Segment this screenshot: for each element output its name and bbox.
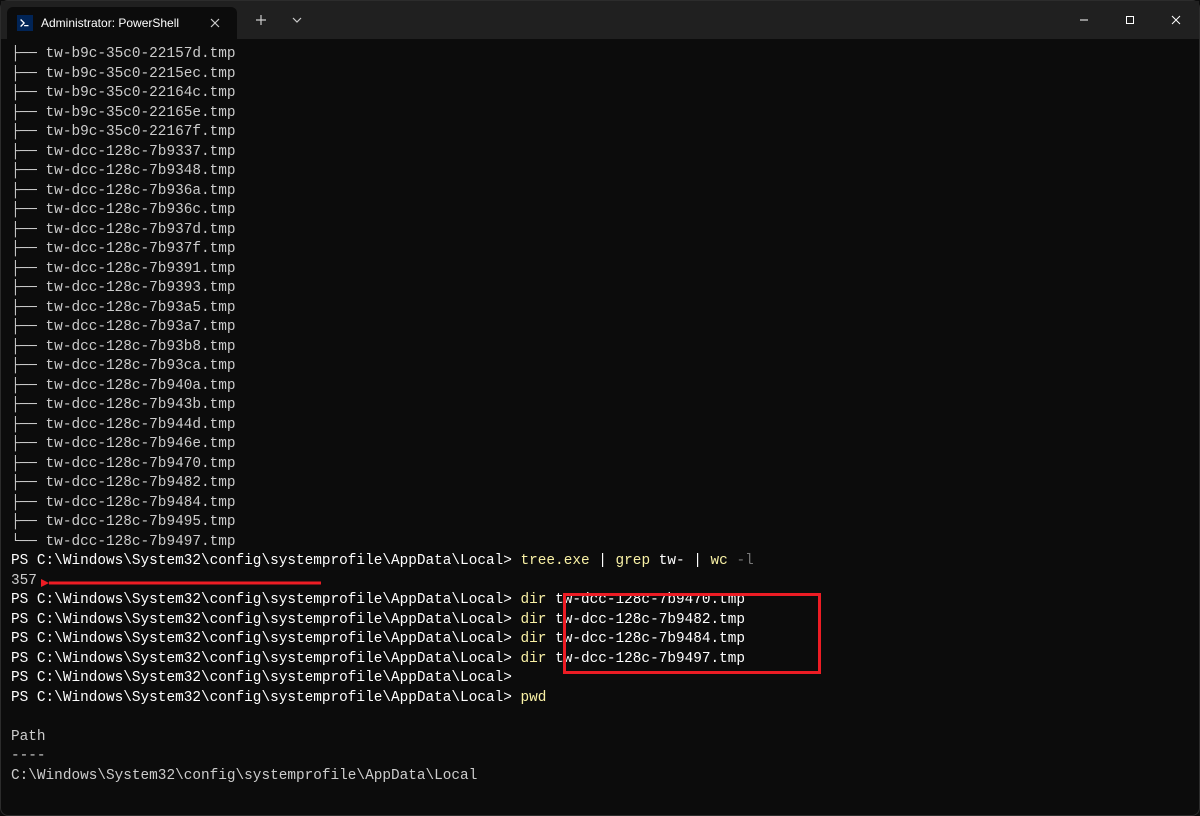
count-result: 357 xyxy=(11,572,1189,592)
tree-line: ├── tw-dcc-128c-7b937f.tmp xyxy=(11,240,1189,260)
tree-line: ├── tw-dcc-128c-7b93ca.tmp xyxy=(11,357,1189,377)
tree-line: ├── tw-dcc-128c-7b9348.tmp xyxy=(11,162,1189,182)
tab-title: Administrator: PowerShell xyxy=(41,16,197,30)
titlebar-spacer[interactable] xyxy=(313,1,1061,39)
tree-line: ├── tw-b9c-35c0-22165e.tmp xyxy=(11,104,1189,124)
tab-active[interactable]: Administrator: PowerShell xyxy=(7,7,237,39)
tree-line: ├── tw-dcc-128c-7b937d.tmp xyxy=(11,221,1189,241)
tree-line: ├── tw-dcc-128c-7b93a5.tmp xyxy=(11,299,1189,319)
tab-controls xyxy=(237,1,313,39)
tree-line: ├── tw-dcc-128c-7b9391.tmp xyxy=(11,260,1189,280)
terminal-output[interactable]: ├── tw-b9c-35c0-22157d.tmp├── tw-b9c-35c… xyxy=(1,39,1199,792)
tree-line: ├── tw-dcc-128c-7b944d.tmp xyxy=(11,416,1189,436)
tree-line: ├── tw-b9c-35c0-2215ec.tmp xyxy=(11,65,1189,85)
tree-line: ├── tw-dcc-128c-7b9470.tmp xyxy=(11,455,1189,475)
prompt-line: PS C:\Windows\System32\config\systemprof… xyxy=(11,689,1189,709)
prompt-line: PS C:\Windows\System32\config\systemprof… xyxy=(11,650,1189,670)
tree-line: ├── tw-b9c-35c0-22157d.tmp xyxy=(11,45,1189,65)
tree-line: ├── tw-dcc-128c-7b9337.tmp xyxy=(11,143,1189,163)
tab-dropdown-button[interactable] xyxy=(281,4,313,36)
titlebar: Administrator: PowerShell xyxy=(1,1,1199,39)
tree-line: ├── tw-dcc-128c-7b943b.tmp xyxy=(11,396,1189,416)
tree-line: ├── tw-dcc-128c-7b940a.tmp xyxy=(11,377,1189,397)
pwd-header: Path xyxy=(11,728,1189,748)
prompt-line: PS C:\Windows\System32\config\systemprof… xyxy=(11,591,1189,611)
close-window-button[interactable] xyxy=(1153,1,1199,39)
tab-close-button[interactable] xyxy=(205,13,225,33)
tree-line: ├── tw-dcc-128c-7b936a.tmp xyxy=(11,182,1189,202)
new-tab-button[interactable] xyxy=(245,4,277,36)
maximize-button[interactable] xyxy=(1107,1,1153,39)
prompt-line: PS C:\Windows\System32\config\systemprof… xyxy=(11,669,1189,689)
minimize-button[interactable] xyxy=(1061,1,1107,39)
tree-line: ├── tw-dcc-128c-7b9393.tmp xyxy=(11,279,1189,299)
tree-line: ├── tw-dcc-128c-7b946e.tmp xyxy=(11,435,1189,455)
powershell-icon xyxy=(17,15,33,31)
tree-line: ├── tw-dcc-128c-7b9484.tmp xyxy=(11,494,1189,514)
blank-line xyxy=(11,708,1189,728)
tree-line: ├── tw-dcc-128c-7b93a7.tmp xyxy=(11,318,1189,338)
window-controls xyxy=(1061,1,1199,39)
prompt-line: PS C:\Windows\System32\config\systemprof… xyxy=(11,611,1189,631)
tree-line: ├── tw-dcc-128c-7b93b8.tmp xyxy=(11,338,1189,358)
prompt-line: PS C:\Windows\System32\config\systemprof… xyxy=(11,552,1189,572)
pwd-value: C:\Windows\System32\config\systemprofile… xyxy=(11,767,1189,787)
tree-line: └── tw-dcc-128c-7b9497.tmp xyxy=(11,533,1189,553)
tree-line: ├── tw-dcc-128c-7b9482.tmp xyxy=(11,474,1189,494)
tree-line: ├── tw-b9c-35c0-22167f.tmp xyxy=(11,123,1189,143)
tree-line: ├── tw-b9c-35c0-22164c.tmp xyxy=(11,84,1189,104)
prompt-line: PS C:\Windows\System32\config\systemprof… xyxy=(11,630,1189,650)
tree-line: ├── tw-dcc-128c-7b9495.tmp xyxy=(11,513,1189,533)
tree-line: ├── tw-dcc-128c-7b936c.tmp xyxy=(11,201,1189,221)
pwd-divider: ---- xyxy=(11,747,1189,767)
